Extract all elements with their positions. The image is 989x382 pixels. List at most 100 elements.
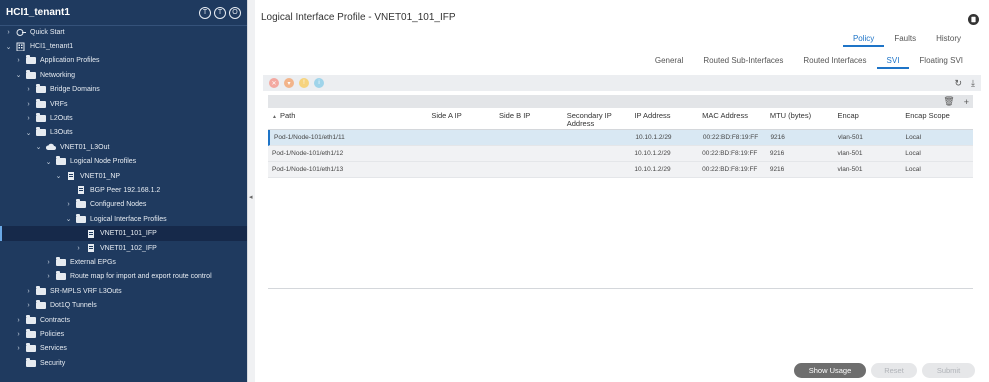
chevron-right-icon[interactable]: ›	[74, 245, 83, 252]
sidebar-item-label: Dot1Q Tunnels	[50, 302, 97, 310]
sidebar-item[interactable]: › Dot1Q Tunnels	[0, 298, 247, 312]
column-header[interactable]: MTU (bytes)	[770, 112, 838, 120]
subtab-svi[interactable]: SVI	[876, 56, 910, 69]
chevron-down-icon[interactable]: ⌄	[4, 43, 13, 51]
sidebar-item[interactable]: › Services	[0, 342, 247, 356]
chevron-right-icon[interactable]: ›	[4, 29, 13, 36]
table-row[interactable]: Pod-1/Node-101/eth1/11 10.10.1.2/29 00:22:…	[268, 130, 973, 146]
column-header[interactable]: Side B IP	[499, 112, 567, 120]
sort-ascending-icon[interactable]: ▲	[272, 114, 277, 120]
alert-action-icon[interactable]: ▾	[284, 78, 294, 88]
splitter-handle-icon[interactable]: ◂	[249, 193, 253, 201]
sidebar-item-label: VNET01_101_IFP	[100, 230, 157, 238]
chevron-right-icon[interactable]: ›	[14, 345, 23, 352]
doc-icon	[65, 172, 76, 181]
column-header[interactable]: Side A IP	[431, 112, 499, 120]
chevron-right-icon[interactable]: ›	[24, 288, 33, 295]
sidebar-tool-2-icon[interactable]: T	[214, 6, 226, 19]
tab-policy[interactable]: Policy	[842, 34, 885, 47]
chevron-right-icon[interactable]: ›	[14, 57, 23, 64]
sidebar-item-label: VNET01_L3Out	[60, 143, 110, 151]
column-header[interactable]: Encap	[838, 112, 906, 120]
info-action-icon[interactable]: i	[314, 78, 324, 88]
tab-history[interactable]: History	[926, 34, 971, 47]
help-icon[interactable]	[968, 14, 979, 25]
table-row[interactable]: Pod-1/Node-101/eth1/12 10.10.1.2/29 00:22:…	[268, 146, 973, 162]
sidebar-item[interactable]: › External EPGs	[0, 255, 247, 269]
sidebar-item[interactable]: ⌄ VNET01_NP	[0, 169, 247, 183]
sidebar-item[interactable]: › L2Outs	[0, 111, 247, 125]
table-cell: Local	[905, 165, 921, 173]
sidebar-item[interactable]: › Bridge Domains	[0, 83, 247, 97]
chevron-right-icon[interactable]: ›	[24, 302, 33, 309]
sidebar-item[interactable]: Security	[0, 356, 247, 370]
chevron-right-icon[interactable]: ›	[24, 101, 33, 108]
subtab-routed-interfaces[interactable]: Routed Interfaces	[793, 56, 876, 69]
sidebar-item[interactable]: › Contracts	[0, 313, 247, 327]
chevron-down-icon[interactable]: ⌄	[64, 215, 73, 223]
column-header-label: Encap Scope	[905, 111, 950, 120]
chevron-right-icon[interactable]: ›	[14, 317, 23, 324]
sidebar-tool-3-icon[interactable]: O	[229, 6, 241, 19]
table-cell: 00:22:BD:F8:19:FF	[702, 149, 758, 157]
show-usage-button[interactable]: Show Usage	[794, 363, 866, 378]
chevron-down-icon[interactable]: ⌄	[34, 143, 43, 151]
sidebar-item[interactable]: ⌄ HCI1_tenant1	[0, 39, 247, 53]
sidebar-splitter[interactable]: ◂	[247, 0, 255, 382]
sidebar-item[interactable]: ⌄ Logical Node Profiles	[0, 155, 247, 169]
sidebar-item[interactable]: › SR-MPLS VRF L3Outs	[0, 284, 247, 298]
trash-icon[interactable]: 🗑	[943, 96, 954, 107]
column-header-label: Path	[279, 111, 296, 120]
sidebar-item[interactable]: ⌄ Logical Interface Profiles	[0, 212, 247, 226]
tab-faults[interactable]: Faults	[884, 34, 926, 47]
sidebar-item[interactable]: ⌄ L3Outs	[0, 126, 247, 140]
table-row[interactable]: Pod-1/Node-101/eth1/13 10.10.1.2/29 00:22:…	[268, 162, 973, 178]
sidebar-item[interactable]: › Configured Nodes	[0, 198, 247, 212]
folder-icon	[25, 55, 36, 65]
sidebar-item[interactable]: › Application Profiles	[0, 54, 247, 68]
chevron-down-icon[interactable]: ⌄	[54, 172, 63, 180]
sidebar-item[interactable]: BGP Peer 192.168.1.2	[0, 183, 247, 197]
chevron-down-icon[interactable]: ⌄	[14, 71, 23, 79]
subtab-routed-sub-interfaces[interactable]: Routed Sub-Interfaces	[693, 56, 793, 69]
chevron-right-icon[interactable]: ›	[64, 201, 73, 208]
chevron-right-icon[interactable]: ›	[44, 259, 53, 266]
table-cell: Pod-1/Node-101/eth1/12	[272, 149, 344, 157]
column-header[interactable]: Encap Scope	[905, 112, 973, 120]
building-icon	[15, 42, 26, 52]
reset-button[interactable]: Reset	[871, 363, 917, 378]
download-icon[interactable]: ⤓	[971, 78, 975, 89]
column-header[interactable]: ▲ Path	[268, 112, 431, 121]
submit-button[interactable]: Submit	[922, 363, 975, 378]
sidebar-item-label: BGP Peer 192.168.1.2	[90, 186, 161, 194]
refresh-icon[interactable]: ↻	[954, 78, 962, 89]
subtab-floating-svi[interactable]: Floating SVI	[909, 56, 973, 69]
warning-action-icon[interactable]: !	[299, 78, 309, 88]
sidebar-item[interactable]: › Policies	[0, 327, 247, 341]
sidebar-item[interactable]: ⌄ VNET01_L3Out	[0, 140, 247, 154]
chevron-right-icon[interactable]: ›	[24, 86, 33, 93]
sidebar-item[interactable]: VNET01_101_IFP	[0, 226, 247, 242]
chevron-right-icon[interactable]: ›	[44, 273, 53, 280]
sidebar-tool-1-icon[interactable]: T	[199, 6, 211, 19]
table-body: Pod-1/Node-101/eth1/11 10.10.1.2/29 00:22:…	[268, 130, 973, 178]
chevron-right-icon[interactable]: ›	[14, 331, 23, 338]
svi-table: ▲ Path Side A IP Side B IP Secondary IP Addr…	[268, 109, 973, 178]
sidebar-item[interactable]: › Quick Start	[0, 25, 247, 39]
chevron-down-icon[interactable]: ⌄	[44, 158, 53, 166]
subtab-general[interactable]: General	[645, 56, 693, 69]
sidebar-item[interactable]: ⌄ Networking	[0, 68, 247, 82]
chevron-right-icon[interactable]: ›	[24, 115, 33, 122]
delete-action-icon[interactable]: ✕	[269, 78, 279, 88]
sidebar-item[interactable]: › VNET01_102_IFP	[0, 241, 247, 255]
column-header[interactable]: MAC Address	[702, 112, 770, 120]
sidebar-item[interactable]: › Route map for import and export route c…	[0, 270, 247, 284]
chevron-down-icon[interactable]: ⌄	[24, 129, 33, 137]
column-header[interactable]: Secondary IP Address	[567, 112, 635, 128]
add-icon[interactable]: +	[964, 97, 969, 107]
table-cell: 9216	[769, 165, 785, 173]
folder-icon	[75, 213, 86, 224]
sidebar-item[interactable]: › VRFs	[0, 97, 247, 111]
column-header[interactable]: IP Address	[634, 112, 702, 120]
folder-icon	[25, 343, 36, 353]
